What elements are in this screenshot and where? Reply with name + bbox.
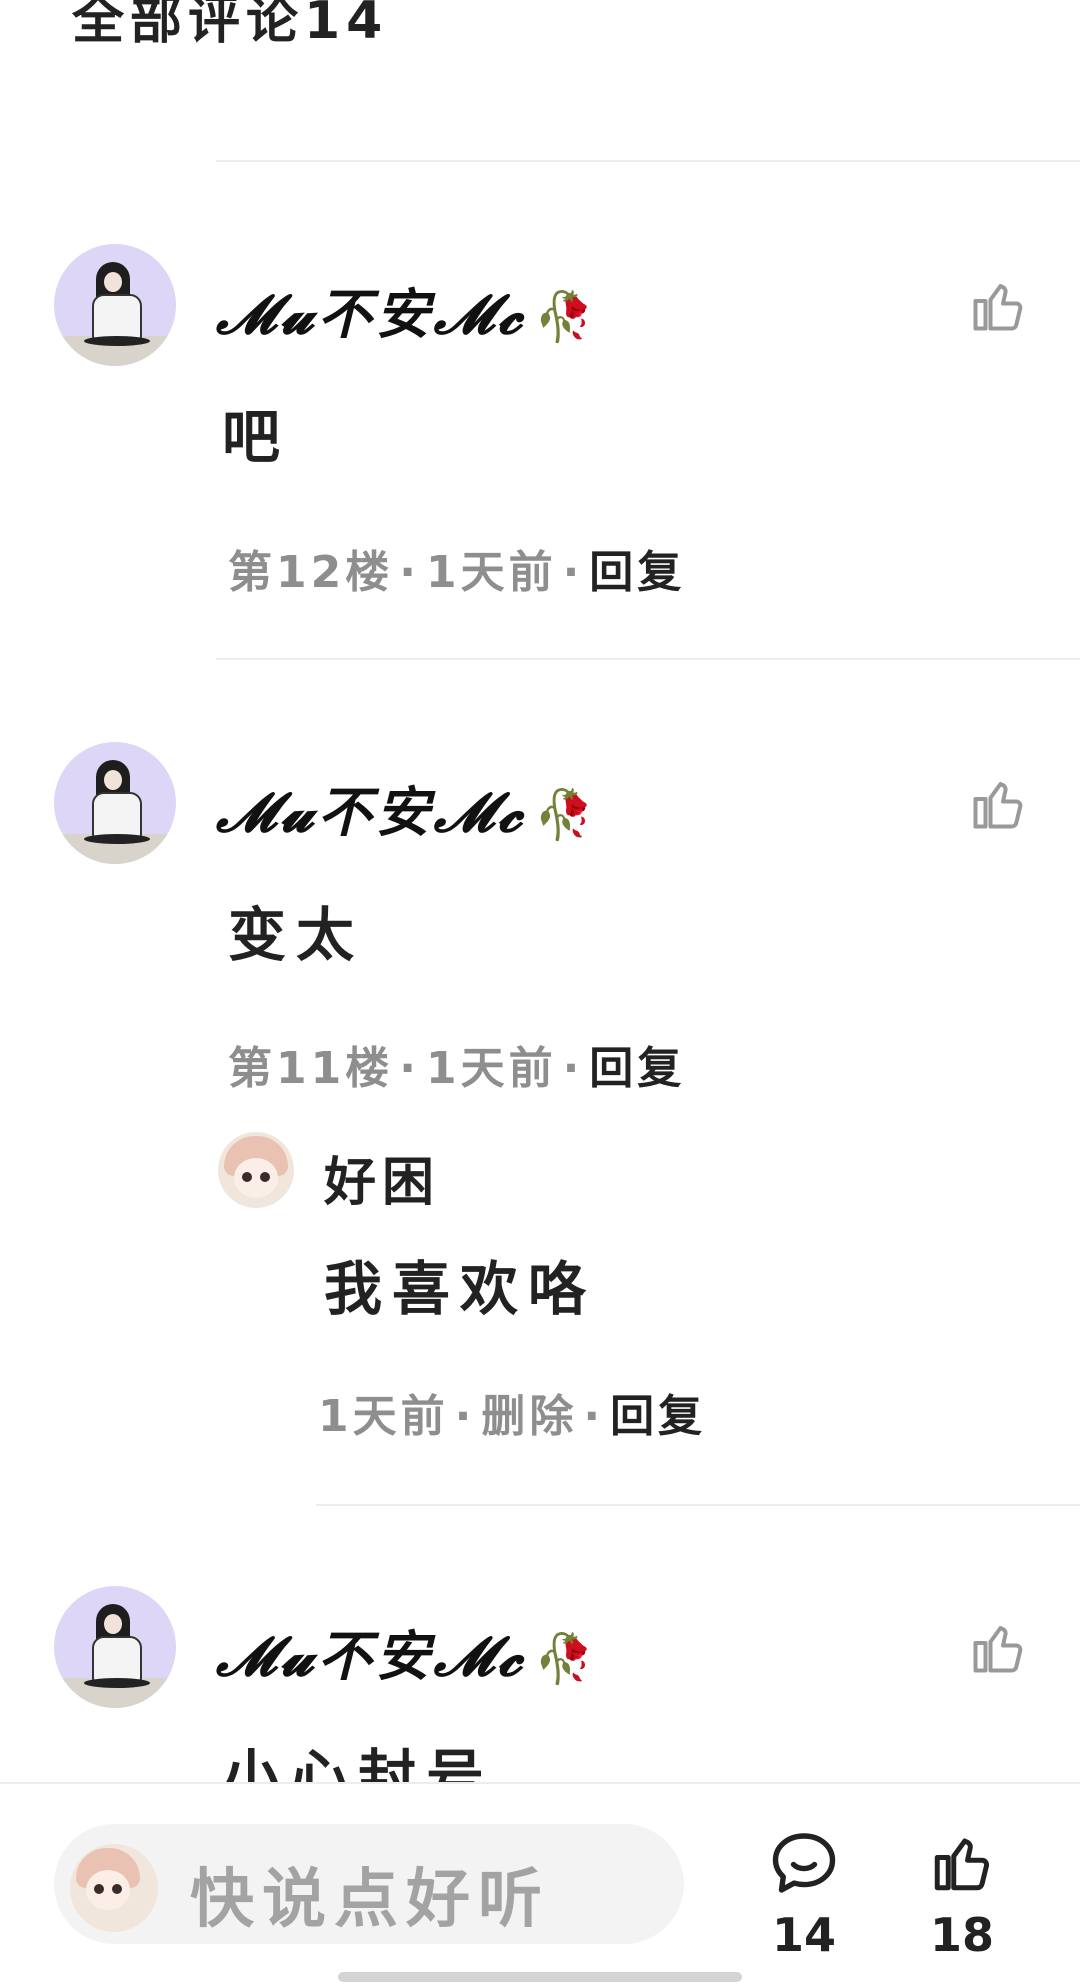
avatar[interactable] — [54, 1586, 176, 1708]
rose-emoji: 🥀 — [534, 1631, 598, 1687]
input-placeholder: 快说点好听 — [190, 1863, 550, 1937]
home-indicator[interactable] — [338, 1972, 742, 1982]
divider — [216, 160, 1080, 162]
delete-button[interactable]: 删除 — [481, 1391, 577, 1442]
divider — [316, 1504, 1080, 1506]
thumbs-up-icon — [934, 1838, 990, 1891]
comments-page: 全部评论14 𝓜𝓾不安𝓜𝓬 🥀 吧 第12楼 · 1天前 · 回复 𝓜𝓾不安𝓜𝓬… — [0, 0, 1080, 1984]
comment-username[interactable]: 𝓜𝓾不安𝓜𝓬 🥀 — [216, 270, 598, 349]
like-count-button[interactable]: 18 — [912, 1830, 1012, 1962]
avatar — [70, 1844, 158, 1932]
divider — [216, 658, 1080, 660]
like-count: 18 — [929, 1908, 994, 1962]
reply-meta: 1天前 · 删除 · 回复 — [318, 1391, 707, 1442]
avatar[interactable] — [54, 742, 176, 864]
bottom-bar: 快说点好听 14 18 — [0, 1782, 1080, 1984]
comment-input[interactable]: 快说点好听 — [54, 1824, 684, 1944]
comment-count: 14 — [771, 1908, 836, 1962]
time-label: 1天前 — [425, 1043, 557, 1094]
reply-button[interactable]: 回复 — [589, 547, 685, 598]
thumbs-up-icon[interactable] — [968, 1618, 1028, 1678]
reply-text: 我喜欢咯 — [324, 1255, 597, 1323]
time-label: 1天前 — [318, 1391, 449, 1442]
comment-text: 变太 — [228, 901, 365, 969]
comment-username[interactable]: 𝓜𝓾不安𝓜𝓬 🥀 — [216, 768, 598, 847]
chat-bubble-icon — [772, 1833, 836, 1893]
floor-label: 第12楼 — [228, 547, 394, 598]
floor-label: 第11楼 — [228, 1043, 394, 1094]
comment-meta: 第12楼 · 1天前 · 回复 — [228, 547, 686, 598]
thumbs-up-icon[interactable] — [968, 276, 1028, 336]
avatar[interactable] — [218, 1132, 294, 1208]
comment-text: 吧 — [222, 403, 291, 471]
reply-username[interactable]: 好困 — [324, 1140, 440, 1215]
comment-meta: 第11楼 · 1天前 · 回复 — [228, 1043, 686, 1094]
comment-count-button[interactable]: 14 — [754, 1830, 854, 1962]
thumbs-up-icon[interactable] — [968, 774, 1028, 834]
comments-section-title: 全部评论14 — [72, 0, 389, 51]
rose-emoji: 🥀 — [534, 787, 598, 843]
reply-button[interactable]: 回复 — [610, 1391, 706, 1442]
reply-button[interactable]: 回复 — [589, 1043, 685, 1094]
rose-emoji: 🥀 — [534, 289, 598, 345]
time-label: 1天前 — [425, 547, 557, 598]
comment-username[interactable]: 𝓜𝓾不安𝓜𝓬 🥀 — [216, 1612, 598, 1691]
avatar[interactable] — [54, 244, 176, 366]
